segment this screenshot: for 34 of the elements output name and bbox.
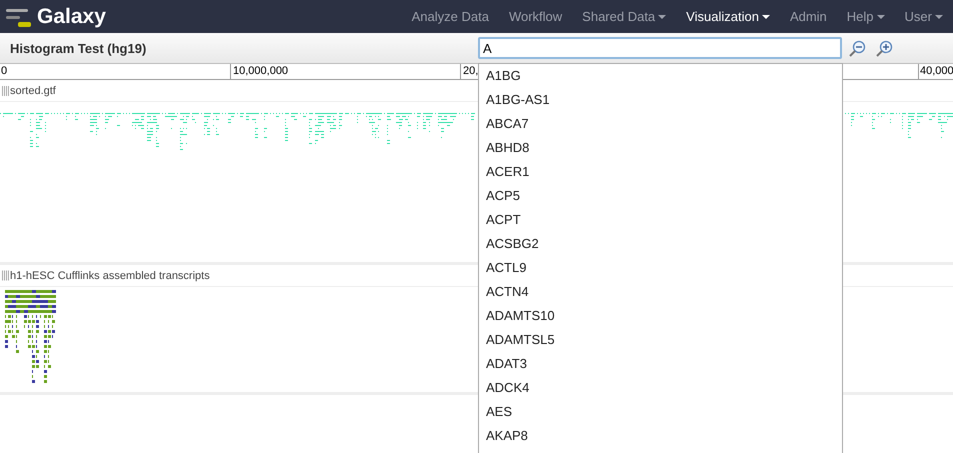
ruler-label: 0 — [0, 64, 8, 79]
ruler-label: 10,000,000 — [230, 64, 460, 79]
zoom-out-icon[interactable] — [849, 40, 866, 56]
visualization-title: Histogram Test (hg19) — [9, 40, 148, 56]
suggestion-item[interactable]: ABHD8 — [479, 136, 842, 160]
suggestion-item[interactable]: ACSBG2 — [479, 232, 842, 256]
suggestion-item[interactable]: AES — [479, 400, 842, 424]
suggestion-item[interactable]: ADAT3 — [479, 352, 842, 376]
suggestion-item[interactable]: ADCK4 — [479, 376, 842, 400]
nav-menu-item[interactable]: Visualization — [676, 0, 780, 33]
nav-menu-item[interactable]: Analyze Data — [402, 0, 499, 33]
suggestion-item[interactable]: ABCA7 — [479, 112, 842, 136]
suggestion-item[interactable]: ACTN4 — [479, 280, 842, 304]
nav-menu-item[interactable]: Workflow — [498, 0, 572, 33]
brand-name[interactable]: Galaxy — [37, 4, 106, 28]
nav-menu-item[interactable]: Shared Data — [572, 0, 676, 33]
suggestion-item[interactable]: ACTL9 — [479, 256, 842, 280]
search-field[interactable]: A — [478, 37, 842, 59]
track-name: sorted.gtf — [10, 84, 56, 96]
zoom-in-icon[interactable] — [876, 40, 893, 56]
nav-menu-item[interactable]: Help — [836, 0, 895, 33]
nav-menu-item[interactable]: User — [894, 0, 953, 33]
suggestion-item[interactable]: ADAMTSL5 — [479, 328, 842, 352]
suggestion-item[interactable]: ACER1 — [479, 160, 842, 184]
ruler-label: 40,000 — [918, 64, 953, 79]
suggestion-item[interactable]: ACPT — [479, 208, 842, 232]
drag-handle-icon[interactable] — [2, 86, 9, 96]
logo-icon — [6, 6, 31, 26]
suggestion-item[interactable]: ACP5 — [479, 184, 842, 208]
suggestion-item[interactable]: ADAMTS10 — [479, 304, 842, 328]
suggestion-item[interactable]: A1BG-AS1 — [479, 88, 842, 112]
nav-menu-item[interactable]: Admin — [780, 0, 837, 33]
suggestion-item[interactable]: AKAP8 — [479, 424, 842, 448]
track-name: h1-hESC Cufflinks assembled transcripts — [10, 270, 210, 282]
